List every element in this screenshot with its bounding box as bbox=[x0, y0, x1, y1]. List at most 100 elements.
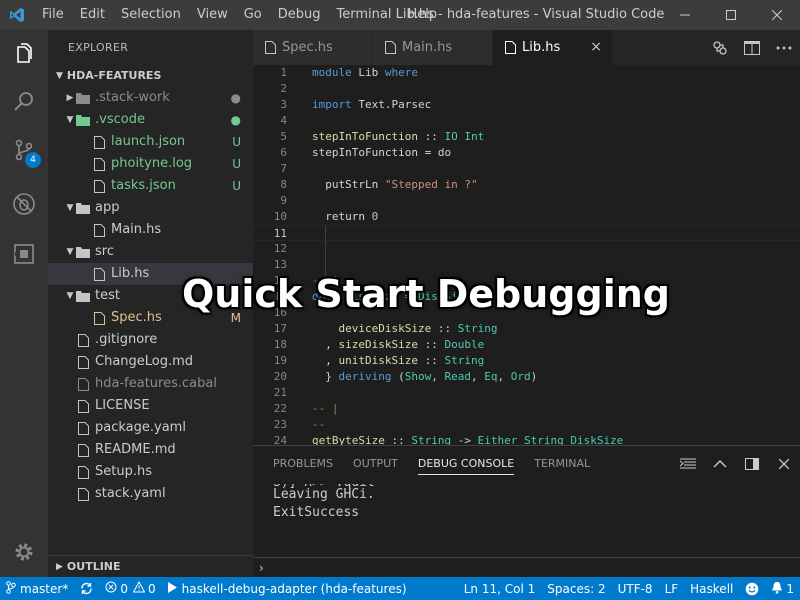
code-line: 17 deviceDiskSize :: String bbox=[253, 321, 800, 337]
language-mode[interactable]: Haskell bbox=[684, 577, 739, 600]
open-changes-icon[interactable] bbox=[704, 30, 736, 65]
cursor-position[interactable]: Ln 11, Col 1 bbox=[458, 577, 542, 600]
tree-item-license[interactable]: LICENSE bbox=[48, 395, 253, 417]
menu-go[interactable]: Go bbox=[236, 0, 270, 30]
minimize-button[interactable] bbox=[662, 0, 708, 30]
code-line: 23 -- bbox=[253, 417, 800, 433]
editor-tabs: Spec.hs Main.hs Lib.hs × bbox=[253, 30, 800, 65]
chevron-right-icon: ▶ bbox=[56, 561, 63, 572]
file-icon bbox=[503, 41, 517, 55]
file-icon bbox=[76, 443, 90, 457]
close-panel-icon[interactable] bbox=[768, 446, 800, 481]
code-editor[interactable]: 1 module Lib where 2 3 import Text.Parsec … bbox=[253, 65, 800, 445]
line-number: 13 bbox=[273, 258, 287, 271]
tree-label: Lib.hs bbox=[111, 266, 150, 281]
line-number: 6 bbox=[280, 146, 287, 159]
folder-header[interactable]: ▼ HDA-FEATURES bbox=[48, 65, 253, 87]
tree-item-vscode[interactable]: ▼ .vscode ● bbox=[48, 109, 253, 131]
outline-label: OUTLINE bbox=[66, 559, 121, 573]
panel-layout-icon[interactable] bbox=[736, 446, 768, 481]
tab-lib-hs[interactable]: Lib.hs × bbox=[493, 30, 613, 65]
tab-problems[interactable]: PROBLEMS bbox=[263, 446, 343, 481]
end-of-line[interactable]: LF bbox=[659, 577, 685, 600]
source-control-icon[interactable]: 4 bbox=[0, 126, 48, 174]
tab-debug-console[interactable]: DEBUG CONSOLE bbox=[408, 446, 524, 481]
git-branch[interactable]: master* bbox=[0, 577, 74, 600]
menu-edit[interactable]: Edit bbox=[72, 0, 113, 30]
tree-item-cabal[interactable]: hda-features.cabal bbox=[48, 373, 253, 395]
line-number: 19 bbox=[273, 354, 287, 367]
clear-console-icon[interactable] bbox=[672, 446, 704, 481]
extensions-icon[interactable] bbox=[0, 230, 48, 278]
search-icon[interactable] bbox=[0, 78, 48, 126]
tree-item-readme[interactable]: README.md bbox=[48, 439, 253, 461]
file-icon bbox=[76, 333, 90, 347]
tree-item-launch-json[interactable]: launch.json U bbox=[48, 131, 253, 153]
debug-console-input[interactable]: › bbox=[253, 557, 800, 577]
file-icon bbox=[92, 157, 106, 171]
dot-icon: ● bbox=[230, 113, 241, 127]
line-number: 12 bbox=[273, 242, 287, 255]
title-bar: File Edit Selection View Go Debug Termin… bbox=[0, 0, 800, 30]
vscode-logo-icon bbox=[0, 0, 34, 30]
chevron-up-icon[interactable] bbox=[704, 446, 736, 481]
folder-open-icon bbox=[76, 201, 90, 215]
maximize-button[interactable] bbox=[708, 0, 754, 30]
tab-terminal[interactable]: TERMINAL bbox=[524, 446, 600, 481]
file-icon bbox=[76, 465, 90, 479]
tree-item-stack-work[interactable]: ▶ .stack-work ● bbox=[48, 87, 253, 109]
debug-config-label: haskell-debug-adapter (hda-features) bbox=[181, 581, 407, 596]
folder-open-icon bbox=[76, 113, 90, 127]
outline-section[interactable]: ▶ OUTLINE bbox=[48, 555, 253, 577]
feedback-smiley-icon[interactable] bbox=[739, 577, 765, 600]
line-number: 23 bbox=[273, 418, 287, 431]
explorer-icon[interactable] bbox=[0, 30, 48, 78]
problems-indicator[interactable]: 0 0 bbox=[99, 577, 161, 600]
code-line: 24 getByteSize :: String -> Either String… bbox=[253, 433, 800, 445]
tree-item-tasks-json[interactable]: tasks.json U bbox=[48, 175, 253, 197]
code-line: 22 -- | bbox=[253, 401, 800, 417]
tree-item-src[interactable]: ▼ src bbox=[48, 241, 253, 263]
settings-gear-icon[interactable] bbox=[0, 528, 48, 576]
debug-launch-config[interactable]: haskell-debug-adapter (hda-features) bbox=[162, 577, 413, 600]
tab-spec-hs[interactable]: Spec.hs bbox=[253, 30, 373, 65]
tab-label: Lib.hs bbox=[522, 40, 561, 55]
tree-label: src bbox=[95, 244, 114, 259]
tree-item-setup-hs[interactable]: Setup.hs bbox=[48, 461, 253, 483]
tab-output[interactable]: OUTPUT bbox=[343, 446, 408, 481]
sync-icon[interactable] bbox=[74, 577, 99, 600]
tree-item-gitignore[interactable]: .gitignore bbox=[48, 329, 253, 351]
tree-label: package.yaml bbox=[95, 420, 186, 435]
tree-item-phoityne-log[interactable]: phoityne.log U bbox=[48, 153, 253, 175]
tree-item-main-hs[interactable]: Main.hs bbox=[48, 219, 253, 241]
menu-selection[interactable]: Selection bbox=[113, 0, 189, 30]
notifications[interactable]: 1 bbox=[765, 577, 800, 600]
tree-item-changelog[interactable]: ChangeLog.md bbox=[48, 351, 253, 373]
menu-file[interactable]: File bbox=[34, 0, 72, 30]
chevron-down-icon: ▼ bbox=[66, 291, 74, 301]
indentation[interactable]: Spaces: 2 bbox=[541, 577, 611, 600]
tree-item-app[interactable]: ▼ app bbox=[48, 197, 253, 219]
current-code-line: 11 bbox=[253, 225, 800, 241]
more-actions-icon[interactable] bbox=[768, 30, 800, 65]
menu-terminal[interactable]: Terminal bbox=[329, 0, 400, 30]
encoding[interactable]: UTF-8 bbox=[612, 577, 659, 600]
menu-debug[interactable]: Debug bbox=[270, 0, 329, 30]
tree-item-package-yaml[interactable]: package.yaml bbox=[48, 417, 253, 439]
close-tab-icon[interactable]: × bbox=[590, 39, 602, 55]
tab-main-hs[interactable]: Main.hs bbox=[373, 30, 493, 65]
tree-label: README.md bbox=[95, 442, 176, 457]
git-status-badge: U bbox=[232, 135, 241, 149]
line-number: 18 bbox=[273, 338, 287, 351]
console-line: ExitSuccess bbox=[273, 505, 360, 520]
menu-help[interactable]: Help bbox=[399, 0, 445, 30]
code-line: 1 module Lib where bbox=[253, 65, 800, 81]
file-icon bbox=[76, 377, 90, 391]
debug-icon[interactable] bbox=[0, 180, 48, 228]
split-editor-icon[interactable] bbox=[736, 30, 768, 65]
tree-label: tasks.json bbox=[111, 178, 176, 193]
tree-label: .gitignore bbox=[95, 332, 158, 347]
tree-item-stack-yaml[interactable]: stack.yaml bbox=[48, 483, 253, 505]
close-window-button[interactable] bbox=[754, 0, 800, 30]
menu-view[interactable]: View bbox=[189, 0, 236, 30]
